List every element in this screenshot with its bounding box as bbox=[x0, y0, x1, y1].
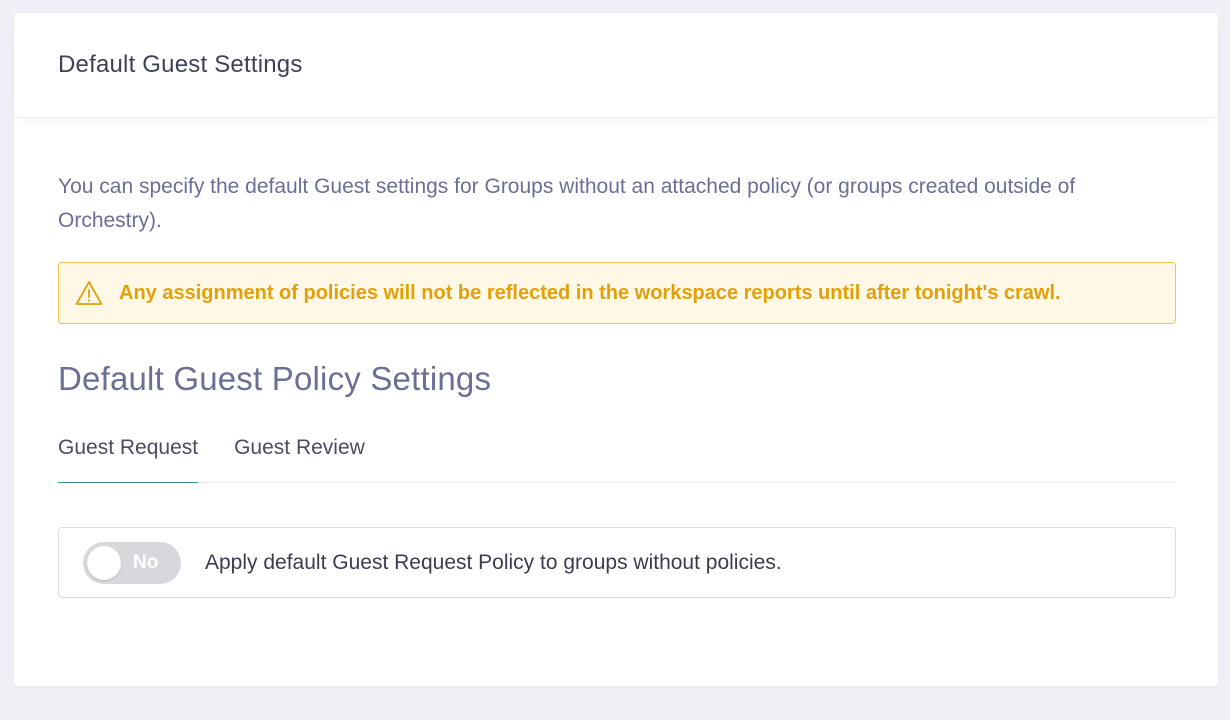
toggle-description: Apply default Guest Request Policy to gr… bbox=[205, 550, 782, 574]
warning-triangle-icon bbox=[75, 279, 105, 307]
default-guest-settings-card: Default Guest Settings You can specify t… bbox=[14, 13, 1218, 686]
warning-banner: Any assignment of policies will not be r… bbox=[58, 262, 1176, 324]
toggle-state-label: No bbox=[133, 551, 159, 573]
warning-text: Any assignment of policies will not be r… bbox=[119, 281, 1061, 304]
card-header: Default Guest Settings bbox=[14, 13, 1218, 118]
section-title: Default Guest Policy Settings bbox=[58, 360, 492, 397]
toggle-knob bbox=[87, 545, 121, 580]
policy-tabs: Guest Request Guest Review bbox=[58, 428, 1176, 483]
apply-default-policy-toggle[interactable]: No bbox=[83, 541, 181, 584]
tab-guest-review[interactable]: Guest Review bbox=[234, 428, 365, 483]
card-body: You can specify the default Guest settin… bbox=[14, 118, 1218, 598]
page-title: Default Guest Settings bbox=[58, 51, 303, 78]
tab-guest-request[interactable]: Guest Request bbox=[58, 428, 199, 483]
intro-text: You can specify the default Guest settin… bbox=[58, 175, 1076, 232]
default-request-policy-row: No Apply default Guest Request Policy to… bbox=[58, 527, 1176, 598]
